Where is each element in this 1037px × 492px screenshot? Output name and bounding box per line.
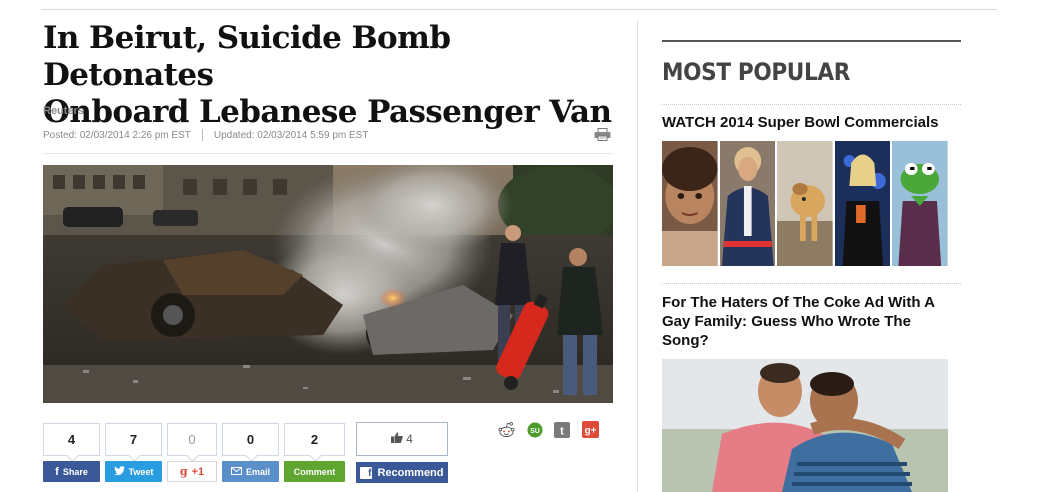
thumbs-up-icon [391, 432, 403, 446]
svg-text:SU: SU [530, 428, 540, 435]
reddit-icon[interactable] [498, 421, 515, 438]
facebook-share-count: 4 [43, 423, 100, 456]
coke-link-line-2: Gay Family: Guess Who Wrote The [662, 313, 911, 330]
envelope-icon [230, 466, 242, 477]
comment-button[interactable]: Comment [284, 461, 345, 482]
gplus-plusone-button[interactable]: g +1 [167, 461, 217, 482]
email-share-label: Email [245, 466, 270, 477]
email-share-count: 0 [222, 423, 279, 456]
most-popular-heading: MOST POPULAR [662, 58, 851, 86]
thumb-kermit [892, 141, 948, 266]
thumb-man-in-jacket [719, 141, 776, 266]
updated-date: Updated: 02/03/2014 5:59 pm EST [213, 129, 369, 141]
gplus-share-count: 0 [167, 423, 217, 456]
gplus-plusone-label: +1 [191, 465, 205, 478]
facebook-share-label: Share [62, 466, 88, 477]
stumbleupon-icon[interactable]: SU [526, 421, 543, 438]
column-divider [637, 20, 638, 492]
twitter-bird-icon [113, 466, 125, 477]
twitter-tweet-button[interactable]: Tweet [105, 461, 162, 482]
coke-link-line-3: Song? [662, 332, 709, 349]
twitter-share-count: 7 [105, 423, 162, 456]
most-popular-top-rule [662, 40, 961, 42]
tumblr-icon[interactable]: t [553, 421, 570, 438]
twitter-tweet-label: Tweet [128, 466, 154, 477]
date-separator [201, 129, 203, 141]
svg-text:t: t [560, 425, 564, 437]
article-headline: In Beirut, Suicide Bomb Detonates Onboar… [43, 20, 623, 131]
bombing-scene-photo[interactable] [43, 165, 613, 403]
svg-text:g+: g+ [585, 426, 597, 437]
headline-line-1: In Beirut, Suicide Bomb Detonates [43, 20, 451, 93]
dates-divider [43, 153, 613, 154]
facebook-recommend-button[interactable]: f Recommend [356, 462, 448, 483]
gay-family-photo[interactable] [662, 359, 948, 492]
printer-icon[interactable] [594, 128, 611, 141]
recommend-count-box: 4 [356, 422, 448, 456]
headline-line-2: Onboard Lebanese Passenger Van [43, 94, 612, 130]
facebook-square-icon: f [360, 466, 373, 479]
coke-ad-article-link[interactable]: For The Haters Of The Coke Ad With A Gay… [662, 293, 957, 350]
thumb-woman-in-dress [834, 141, 891, 266]
google-plus-icon[interactable]: g+ [582, 421, 599, 438]
recommend-label: Recommend [377, 466, 444, 479]
coke-link-line-1: For The Haters Of The Coke Ad With A [662, 294, 935, 311]
article-dates: Posted: 02/03/2014 2:26 pm EST Updated: … [43, 129, 368, 141]
posted-date: Posted: 02/03/2014 2:26 pm EST [43, 129, 191, 141]
top-rule [41, 9, 997, 10]
email-share-button[interactable]: Email [222, 461, 279, 482]
super-bowl-commercials-thumbnail[interactable] [662, 141, 948, 266]
most-popular-divider [662, 104, 961, 105]
comment-count: 2 [284, 423, 345, 456]
thumb-child [662, 141, 718, 266]
facebook-icon: f [55, 465, 59, 478]
article-source[interactable]: Reuters [43, 105, 84, 117]
recommend-count: 4 [406, 432, 413, 446]
most-popular-divider-2 [662, 283, 961, 284]
thumb-puppy [777, 141, 833, 266]
facebook-share-button[interactable]: f Share [43, 461, 100, 482]
google-plus-g-icon: g [179, 465, 188, 478]
super-bowl-commercials-link[interactable]: WATCH 2014 Super Bowl Commercials [662, 113, 962, 132]
